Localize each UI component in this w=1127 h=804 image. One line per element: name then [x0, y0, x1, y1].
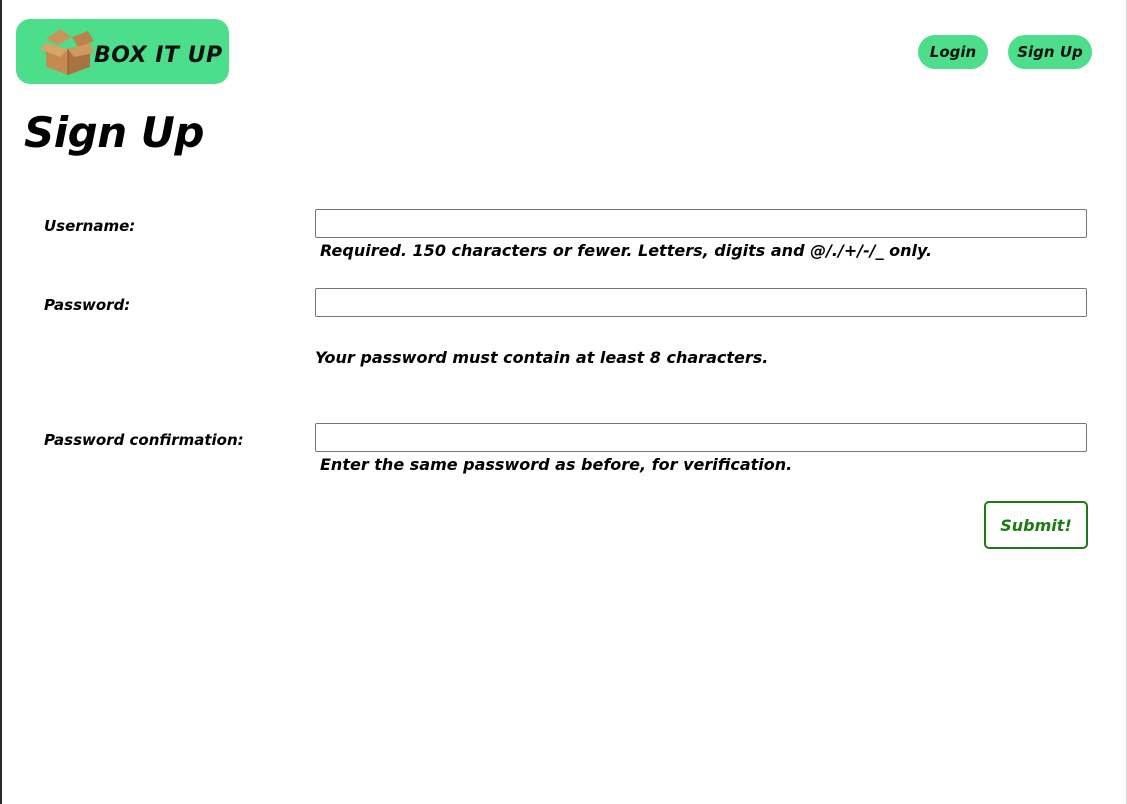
submit-button[interactable]: Submit!: [984, 501, 1088, 549]
brand-logo[interactable]: BOX IT UP: [16, 19, 229, 84]
password-confirmation-help-text: Enter the same password as before, for v…: [320, 455, 793, 474]
signup-nav-button[interactable]: Sign Up: [1008, 35, 1092, 69]
username-help-text: Required. 150 characters or fewer. Lette…: [320, 241, 933, 260]
cardboard-box-icon: [40, 29, 94, 75]
password-confirmation-input[interactable]: [315, 423, 1087, 452]
password-help-text: Your password must contain at least 8 ch…: [315, 348, 769, 367]
password-label: Password:: [44, 296, 131, 314]
page-title: Sign Up: [24, 108, 204, 157]
password-input[interactable]: [315, 288, 1087, 317]
login-button[interactable]: Login: [918, 35, 988, 69]
username-input[interactable]: [315, 209, 1087, 238]
brand-name: BOX IT UP: [94, 43, 223, 68]
password-confirmation-label: Password confirmation:: [44, 431, 244, 449]
username-label: Username:: [44, 217, 136, 235]
page-frame: BOX IT UP Login Sign Up Sign Up Username…: [0, 0, 1127, 804]
